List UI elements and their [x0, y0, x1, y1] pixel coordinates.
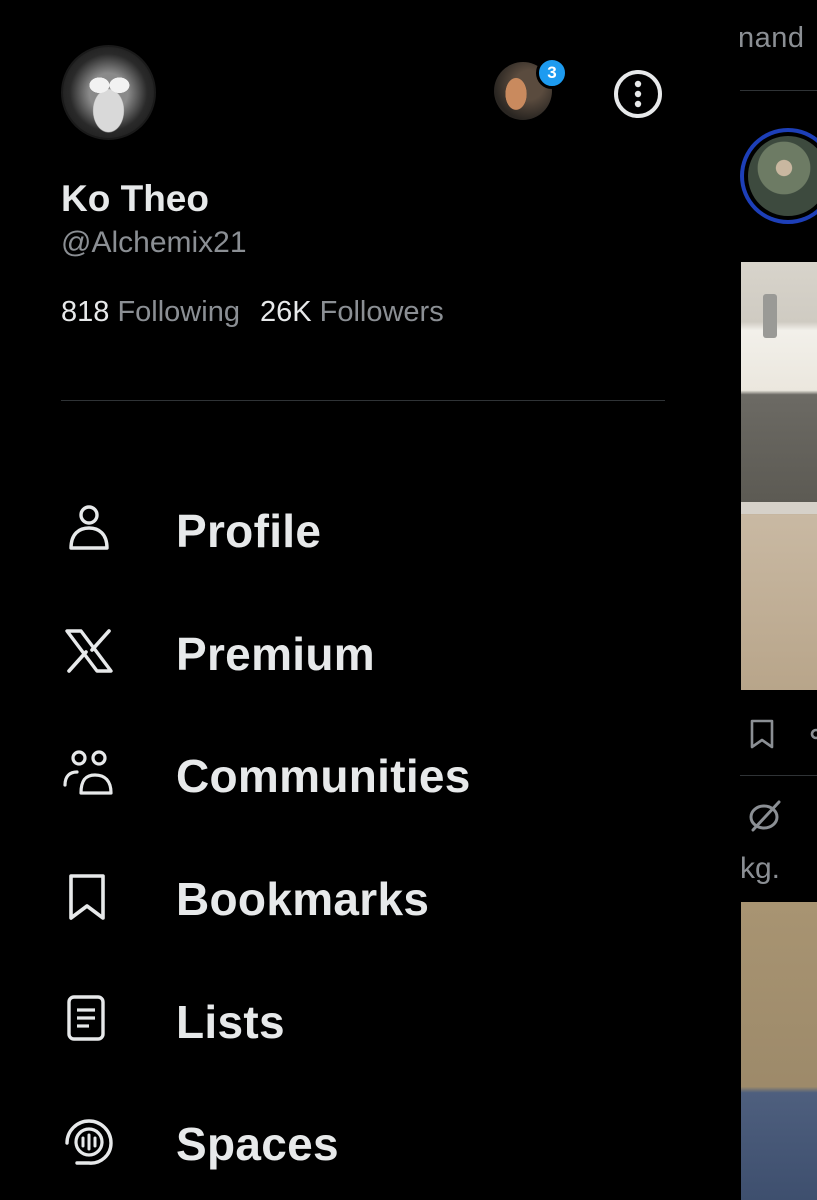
- menu-item-profile[interactable]: Profile: [0, 478, 700, 578]
- menu-label-premium: Premium: [176, 628, 375, 680]
- following-label: Following: [117, 296, 240, 328]
- timeline-post-image-2[interactable]: [741, 902, 817, 1200]
- timeline-story-avatar[interactable]: [740, 128, 817, 224]
- user-handle: @Alchemix21: [61, 226, 247, 259]
- menu-label-bookmarks: Bookmarks: [176, 873, 430, 925]
- story-image: [748, 136, 817, 216]
- follow-stats: 818 Following 26K Followers: [61, 296, 464, 329]
- more-options-icon[interactable]: [612, 68, 664, 120]
- bookmark-icon: [69, 874, 105, 920]
- menu-label-communities: Communities: [176, 750, 471, 802]
- timeline-bookmark-icon[interactable]: [748, 718, 776, 750]
- menu-item-communities[interactable]: Communities: [0, 723, 700, 823]
- timeline-share-icon[interactable]: [806, 720, 817, 748]
- followers-link[interactable]: 26K Followers: [260, 296, 444, 329]
- spaces-icon: [65, 1119, 113, 1165]
- communities-icon: [63, 750, 113, 795]
- followers-label: Followers: [319, 296, 444, 328]
- side-drawer: 3 Ko Theo @Alchemix21 818 Following 26K …: [0, 0, 740, 1200]
- display-name[interactable]: Ko Theo: [61, 178, 209, 220]
- person-icon: [69, 505, 109, 550]
- followers-count: 26K: [259, 296, 312, 328]
- following-count: 818: [61, 296, 110, 328]
- timeline-divider: [740, 775, 817, 776]
- timeline-tab-partial[interactable]: nand: [738, 22, 805, 55]
- menu-item-lists[interactable]: Lists: [0, 969, 700, 1069]
- following-link[interactable]: 818 Following: [61, 296, 240, 329]
- menu-item-premium[interactable]: Premium: [0, 601, 700, 701]
- x-logo-icon: [65, 629, 113, 673]
- profile-avatar[interactable]: [61, 45, 156, 140]
- timeline-truncated-text: kg.: [740, 852, 781, 885]
- grok-icon[interactable]: [745, 796, 785, 836]
- list-icon: [67, 995, 105, 1041]
- notification-badge: 3: [536, 57, 568, 89]
- menu-item-bookmarks[interactable]: Bookmarks: [0, 846, 700, 946]
- menu-label-profile: Profile: [176, 505, 322, 557]
- timeline-post-image[interactable]: [741, 262, 817, 690]
- menu-label-spaces: Spaces: [176, 1118, 339, 1170]
- menu-label-lists: Lists: [176, 996, 285, 1048]
- menu-item-spaces[interactable]: Spaces: [0, 1091, 700, 1191]
- drawer-divider: [61, 400, 665, 401]
- timeline-tab-divider: [740, 90, 817, 91]
